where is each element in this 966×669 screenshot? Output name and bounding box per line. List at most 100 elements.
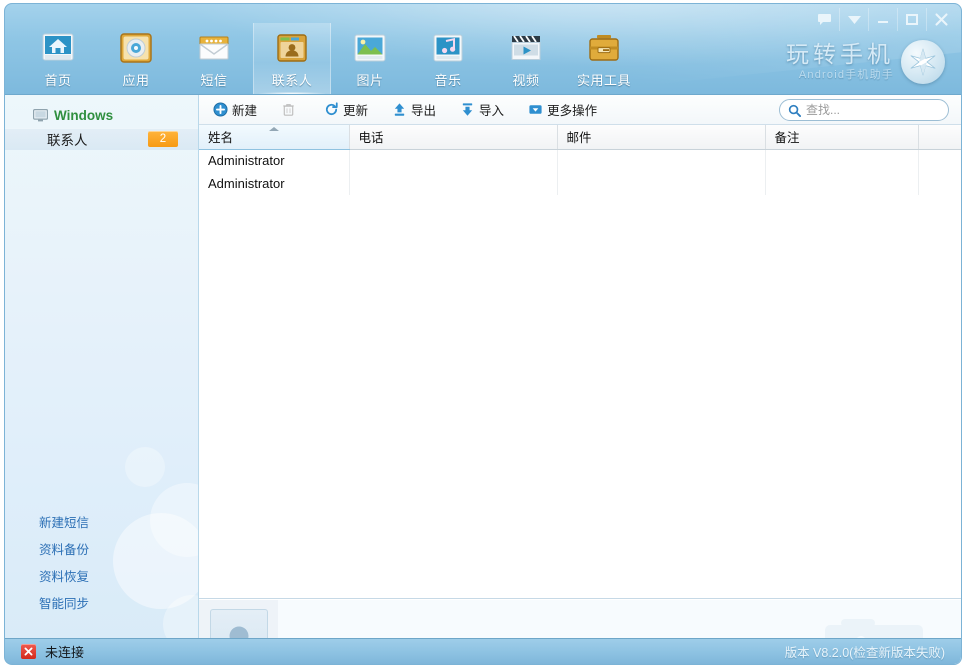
column-header-remark[interactable]: 备注	[765, 125, 919, 150]
sidebar-link-restore[interactable]: 资料恢复	[5, 562, 198, 589]
caret-down-box-icon	[529, 105, 542, 114]
column-header-phone[interactable]: 电话	[349, 125, 558, 150]
button-label: 更新	[343, 104, 369, 118]
tab-apps[interactable]: 应用	[97, 23, 175, 95]
sidebar-item-label: 联系人	[47, 133, 88, 148]
download-arrow-icon	[462, 103, 473, 116]
close-button[interactable]	[926, 8, 955, 31]
tab-music[interactable]: 音乐	[409, 23, 487, 95]
brand-logo-block: 玩转手机 Android手机助手	[786, 40, 945, 84]
content-toolbar: 新建 更新 导出 导入 更多操作 查找...	[199, 95, 961, 125]
brand-text: 玩转手机 Android手机助手	[786, 43, 894, 81]
tab-contacts[interactable]: 联系人	[253, 23, 331, 95]
home-icon	[42, 33, 74, 61]
cell-name: Administrator	[199, 149, 350, 172]
cell-extra	[918, 149, 961, 172]
sidebar-root-label: Windows	[54, 107, 114, 123]
search-input[interactable]	[806, 103, 934, 117]
red-x-icon	[21, 644, 36, 659]
dropdown-button[interactable]	[839, 8, 868, 31]
sidebar-link-sync[interactable]: 智能同步	[5, 589, 198, 616]
table-header-row: 姓名 电话 邮件 备注	[199, 125, 961, 150]
tab-sms[interactable]: 短信	[175, 23, 253, 95]
table-row[interactable]: Administrator	[199, 172, 961, 195]
column-label: 邮件	[566, 131, 592, 146]
search-area	[779, 99, 949, 121]
cell-remark	[765, 149, 919, 172]
window-inner: 首页 应用 短信 联系人 图片 音乐 视频 实用工具 玩转手机 Android手…	[5, 4, 961, 664]
clapperboard-icon	[511, 35, 541, 60]
cell-phone	[349, 149, 558, 172]
brand-title: 玩转手机	[786, 41, 894, 67]
column-header-name[interactable]: 姓名	[199, 125, 350, 150]
new-contact-button[interactable]: 新建	[203, 98, 267, 122]
main-nav-tabs: 首页 应用 短信 联系人 图片 音乐 视频 实用工具	[19, 23, 643, 95]
search-box[interactable]	[779, 99, 949, 121]
export-button[interactable]: 导出	[382, 98, 446, 122]
status-bar: 未连接 版本 V8.2.0(检查新版本失败)	[5, 638, 961, 664]
tab-home[interactable]: 首页	[19, 23, 97, 95]
body-area: Windows 联系人 2 新建短信 资料备份 资料恢复 智能同步 新建 更新 …	[5, 95, 961, 664]
table-row[interactable]: Administrator	[199, 149, 961, 172]
tab-label: 实用工具	[576, 73, 631, 88]
content-pane: 新建 更新 导出 导入 更多操作 查找... 姓名 电话 邮件 备注 Admin…	[199, 95, 961, 664]
cell-remark	[765, 172, 919, 195]
trash-icon	[283, 104, 294, 116]
star-compass-icon	[901, 40, 945, 84]
disc-icon	[120, 33, 152, 63]
cell-email	[557, 149, 766, 172]
column-label: 备注	[774, 131, 800, 146]
minimize-button[interactable]	[868, 8, 897, 31]
application-window: 首页 应用 短信 联系人 图片 音乐 视频 实用工具 玩转手机 Android手…	[0, 0, 966, 669]
column-label: 电话	[358, 131, 384, 146]
sort-ascending-icon	[268, 127, 279, 131]
sidebar-quick-links: 新建短信 资料备份 资料恢复 智能同步	[5, 508, 198, 616]
version-text: 版本 V8.2.0(检查新版本失败)	[784, 646, 945, 660]
cell-email	[557, 172, 766, 195]
sidebar-link-backup[interactable]: 资料备份	[5, 535, 198, 562]
tab-label: 应用	[122, 73, 150, 88]
sidebar-item-contacts[interactable]: 联系人 2	[5, 128, 198, 150]
sidebar-tree: Windows 联系人 2	[5, 104, 198, 150]
cell-extra	[918, 172, 961, 195]
contacts-icon	[277, 34, 307, 62]
contacts-table: 姓名 电话 邮件 备注 Administrator Administrator	[199, 125, 961, 195]
column-label: 姓名	[208, 131, 234, 146]
search-icon	[788, 104, 801, 117]
import-button[interactable]: 导入	[450, 98, 514, 122]
button-label: 新建	[232, 104, 258, 118]
status-left: 未连接	[5, 642, 84, 661]
refresh-icon	[325, 102, 338, 116]
tab-pictures[interactable]: 图片	[331, 23, 409, 95]
plus-circle-icon	[213, 102, 228, 117]
picture-icon	[354, 34, 386, 62]
button-label: 更多操作	[547, 104, 598, 118]
upload-arrow-icon	[394, 103, 405, 116]
header-bar: 首页 应用 短信 联系人 图片 音乐 视频 实用工具 玩转手机 Android手…	[5, 4, 961, 121]
tab-label: 图片	[356, 73, 384, 88]
button-label: 导入	[479, 104, 505, 118]
delete-contact-button[interactable]	[271, 98, 310, 122]
more-actions-button[interactable]: 更多操作	[518, 98, 607, 122]
sidebar-item-badge: 2	[148, 131, 178, 147]
sidebar-link-new-sms[interactable]: 新建短信	[5, 508, 198, 535]
button-label: 导出	[411, 104, 437, 118]
contacts-table-wrapper: 姓名 电话 邮件 备注 Administrator Administrator	[199, 125, 961, 599]
monitor-icon	[33, 108, 48, 121]
column-header-email[interactable]: 邮件	[557, 125, 766, 150]
sidebar: Windows 联系人 2 新建短信 资料备份 资料恢复 智能同步	[5, 95, 199, 638]
refresh-button[interactable]: 更新	[314, 98, 378, 122]
cell-phone	[349, 172, 558, 195]
decor-bubble	[125, 447, 165, 487]
feedback-button[interactable]	[810, 8, 839, 31]
music-note-icon	[433, 34, 463, 62]
tab-label: 联系人	[271, 73, 313, 88]
tab-tools[interactable]: 实用工具	[565, 23, 643, 95]
window-controls	[810, 7, 955, 32]
tab-video[interactable]: 视频	[487, 23, 565, 95]
tab-label: 视频	[512, 73, 540, 88]
tab-label: 短信	[200, 73, 228, 88]
column-header-extra[interactable]	[918, 125, 961, 150]
sidebar-root-windows[interactable]: Windows	[5, 104, 198, 126]
maximize-button[interactable]	[897, 8, 926, 31]
